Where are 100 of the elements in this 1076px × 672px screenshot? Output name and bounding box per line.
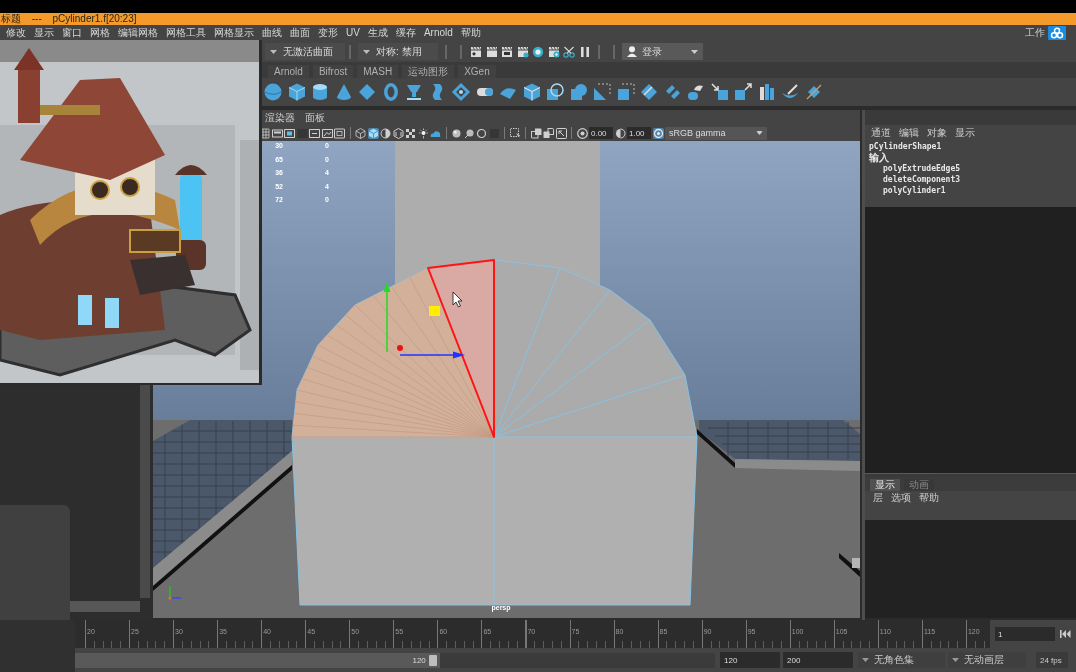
clapper-icon[interactable] <box>485 45 498 58</box>
menu-item[interactable]: 网格显示 <box>214 26 254 40</box>
menu-item[interactable]: 曲面 <box>290 26 310 40</box>
move-manipulator[interactable] <box>383 282 465 359</box>
frame-icon[interactable] <box>334 127 345 139</box>
rectangle-icon[interactable] <box>309 127 320 139</box>
square-circle-icon[interactable] <box>568 82 589 102</box>
rectangle-icon[interactable] <box>271 127 283 139</box>
menu-item[interactable]: 变形 <box>318 26 338 40</box>
animation-layer-dropdown[interactable]: 无动画层 <box>948 652 1026 668</box>
panel-menu-item[interactable]: 渲染器 <box>265 111 295 124</box>
slider-handle[interactable] <box>428 654 437 666</box>
square-circle-icon[interactable] <box>545 82 565 102</box>
expand-icon[interactable] <box>555 127 567 139</box>
layer-tab[interactable]: 显示 <box>870 479 900 491</box>
selection-box-icon[interactable] <box>509 127 521 139</box>
character-set-dropdown[interactable]: 无角色集 <box>858 652 945 668</box>
shelf-tab[interactable]: 运动图形 <box>402 65 455 78</box>
funnel-icon[interactable] <box>404 82 424 102</box>
shelf-tab[interactable]: MASH <box>357 65 399 78</box>
pivot-dot[interactable] <box>397 345 403 351</box>
workspace-label[interactable]: 工作 <box>1025 26 1045 40</box>
layer-menu-item[interactable]: 帮助 <box>919 491 939 504</box>
x-axis-arrow[interactable] <box>399 351 465 359</box>
input-node[interactable]: deleteComponent3 <box>883 174 961 185</box>
striped-diamond-icon[interactable] <box>639 82 659 102</box>
fps-dropdown[interactable]: 24 fps <box>1036 652 1068 668</box>
range-bar[interactable]: 120 <box>75 652 440 668</box>
current-frame-field[interactable]: 1 <box>995 627 1055 641</box>
menu-item[interactable]: 缓存 <box>395 26 416 40</box>
channel-menu-item[interactable]: 对象 <box>927 125 947 139</box>
gamma-field[interactable]: 1.00 <box>627 127 651 139</box>
menu-item[interactable]: 网格工具 <box>166 26 206 40</box>
circle-icon[interactable] <box>476 127 487 139</box>
menu-item[interactable]: 生成 <box>367 26 388 40</box>
surface-dropdown[interactable]: 无激活曲面 <box>265 43 345 60</box>
cube-icon[interactable] <box>286 82 307 102</box>
playback-end-field[interactable]: 120 <box>720 652 780 668</box>
symmetry-dropdown[interactable]: 对称: 禁用 <box>358 43 438 60</box>
pause-icon[interactable] <box>578 45 591 58</box>
exposure-field[interactable]: 0.00 <box>589 127 613 139</box>
channel-menu-item[interactable]: 显示 <box>955 125 975 139</box>
menu-item[interactable]: Arnold <box>423 26 453 40</box>
diamond-outline-icon[interactable] <box>451 82 471 102</box>
wireframe-cube-icon[interactable] <box>355 127 366 139</box>
target-icon[interactable] <box>576 127 588 139</box>
channel-menu-item[interactable]: 通道 <box>871 125 891 139</box>
half-sphere-icon[interactable] <box>380 127 391 139</box>
login-dropdown[interactable]: 登录 <box>622 43 703 60</box>
dotted-square-icon[interactable] <box>592 82 612 102</box>
cube-icon[interactable] <box>521 82 542 102</box>
layer-menu-item[interactable]: 层 <box>873 491 883 504</box>
windows-icon[interactable] <box>530 127 542 139</box>
menu-item[interactable]: 曲线 <box>262 26 282 40</box>
shelf-tab[interactable]: Arnold <box>268 65 309 78</box>
textured-cube-icon[interactable] <box>392 127 404 139</box>
cube-icon[interactable] <box>367 127 379 139</box>
scissors-icon[interactable] <box>563 45 575 58</box>
shelf-tab[interactable]: Bifrost <box>312 65 354 78</box>
menu-item[interactable]: 编辑网格 <box>118 26 158 40</box>
input-node[interactable]: polyExtrudeEdge5 <box>883 163 961 174</box>
channel-menu-item[interactable]: 编辑 <box>899 125 919 139</box>
color-space-dropdown[interactable]: sRGB gamma <box>665 126 767 140</box>
skip-to-start-icon[interactable] <box>1060 629 1071 639</box>
ring-icon[interactable] <box>532 45 544 58</box>
clapper-gear-icon[interactable] <box>547 45 560 58</box>
sun-icon[interactable] <box>417 127 429 139</box>
checker-icon[interactable] <box>405 127 416 139</box>
shelf-tab[interactable]: XGen <box>458 65 496 78</box>
dotted-square-icon[interactable] <box>615 82 636 102</box>
cylinder-icon[interactable] <box>310 82 330 102</box>
arrow-square-icon[interactable] <box>733 82 753 102</box>
menu-item[interactable]: 显示 <box>34 26 54 40</box>
diamond-icon[interactable] <box>357 82 377 102</box>
range-slider[interactable]: 120 <box>75 652 715 668</box>
sphere-icon[interactable] <box>451 127 462 139</box>
square-icon[interactable] <box>284 127 295 139</box>
sphere-icon[interactable] <box>263 82 283 102</box>
clapper-icon[interactable] <box>470 45 482 58</box>
grid-icon[interactable] <box>259 127 270 139</box>
layer-menu-item[interactable]: 选项 <box>891 491 911 504</box>
panel-menu-item[interactable]: 面板 <box>305 111 325 124</box>
clapper-icon[interactable] <box>501 45 513 58</box>
half-circle-icon[interactable] <box>614 127 626 139</box>
menu-item[interactable]: 修改 <box>6 26 26 40</box>
arrow-square-icon[interactable] <box>709 82 730 102</box>
layer-tab[interactable]: 动画 <box>904 479 934 491</box>
menu-item[interactable]: UV <box>346 26 360 40</box>
menu-item[interactable]: 窗口 <box>62 26 82 40</box>
shape-node[interactable]: pCylinderShape1 <box>869 141 942 152</box>
target-icon[interactable] <box>652 127 664 139</box>
input-node[interactable]: polyCylinder1 <box>883 185 946 196</box>
menu-item[interactable]: 帮助 <box>460 26 481 40</box>
animation-end-field[interactable]: 200 <box>783 652 853 668</box>
clapper-icon[interactable] <box>516 45 529 58</box>
squares-icon[interactable] <box>543 127 554 139</box>
circles-icon[interactable] <box>1048 26 1066 40</box>
menu-item[interactable]: 网格 <box>90 26 110 40</box>
line-chart-icon[interactable] <box>321 127 333 139</box>
magnifier-icon[interactable] <box>463 127 475 139</box>
